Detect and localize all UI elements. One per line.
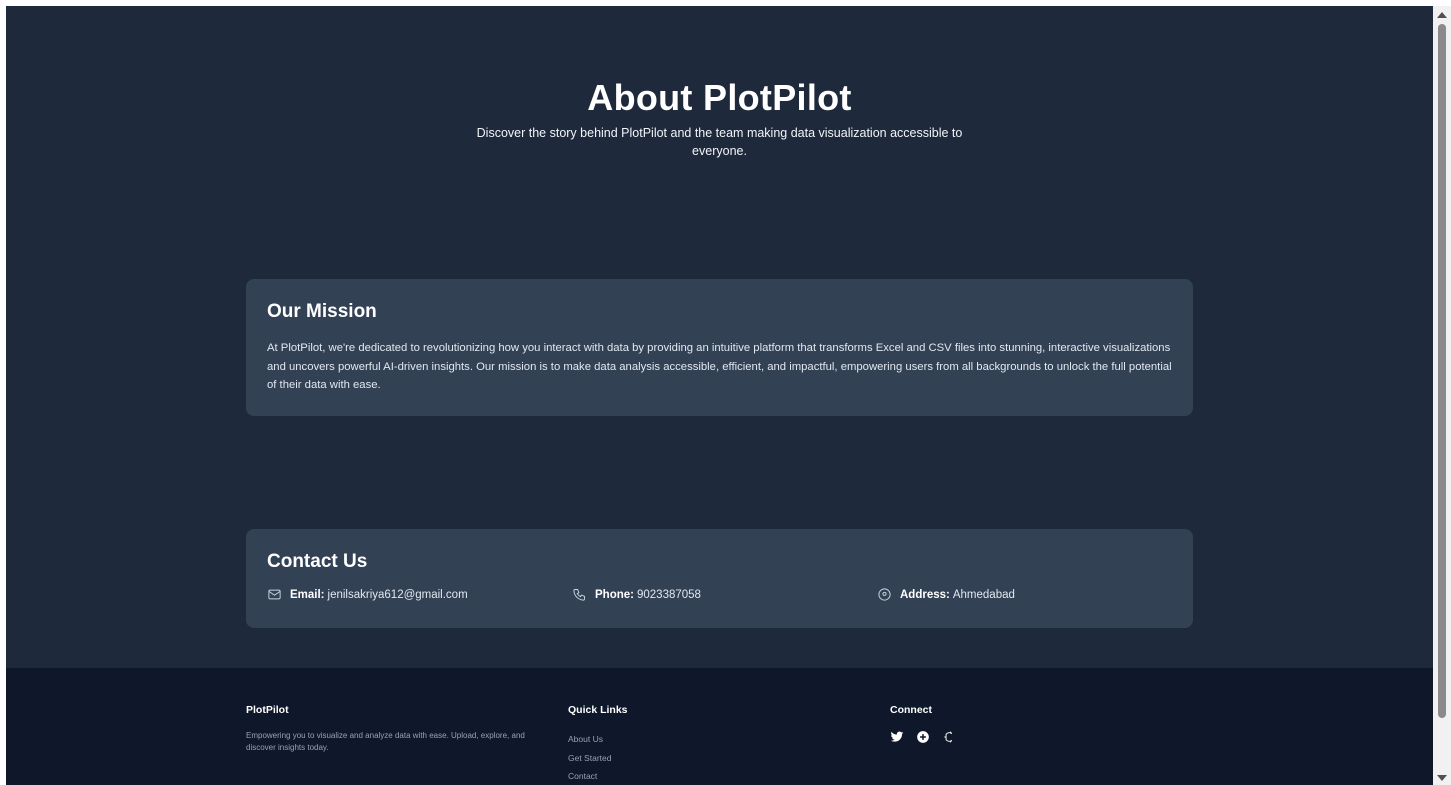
scroll-up-arrow-icon[interactable] [1437, 12, 1447, 18]
footer-tagline: Empowering you to visualize and analyze … [246, 731, 525, 752]
footer-link-get-started[interactable]: Get Started [568, 749, 628, 768]
page-viewport: About PlotPilot Discover the story behin… [6, 6, 1433, 785]
address-label: Address: [900, 588, 950, 601]
phone-label: Phone: [595, 588, 634, 601]
email-label: Email: [290, 588, 325, 601]
threads-icon[interactable] [942, 730, 956, 744]
quick-links-heading: Quick Links [568, 704, 628, 716]
footer-quick-links-column: Quick Links About Us Get Started Contact [568, 704, 628, 785]
address-value: Ahmedabad [952, 588, 1015, 601]
footer-link-about-us[interactable]: About Us [568, 730, 628, 749]
twitter-icon[interactable] [890, 730, 904, 744]
footer-brand-column: PlotPilot Empowering you to visualize an… [246, 704, 546, 754]
page-title: About PlotPilot [587, 77, 852, 118]
mission-body: At PlotPilot, we're dedicated to revolut… [267, 342, 1172, 391]
map-pin-icon [878, 588, 891, 601]
contact-card: Contact Us Email: jenilsakriya612@gmail.c… [246, 529, 1193, 628]
site-footer: PlotPilot Empowering you to visualize an… [6, 668, 1433, 785]
social-links [890, 730, 956, 744]
footer-connect-column: Connect [890, 704, 956, 744]
vertical-scrollbar[interactable] [1433, 6, 1451, 785]
mission-heading: Our Mission [267, 301, 377, 322]
footer-brand: PlotPilot [246, 704, 289, 716]
contact-email: Email: jenilsakriya612@gmail.com [267, 587, 468, 602]
contact-phone: Phone: 9023387058 [572, 587, 701, 602]
phone-value: 9023387058 [636, 588, 701, 601]
plus-circle-icon[interactable] [916, 730, 930, 744]
phone-icon [573, 589, 585, 601]
footer-link-contact[interactable]: Contact [568, 767, 628, 785]
scroll-down-arrow-icon[interactable] [1437, 775, 1447, 781]
mail-icon [268, 589, 281, 600]
contact-address: Address: Ahmedabad [877, 587, 1015, 602]
page-subtitle: Discover the story behind PlotPilot and … [476, 126, 963, 158]
email-value: jenilsakriya612@gmail.com [327, 588, 468, 601]
connect-heading: Connect [890, 704, 932, 716]
contact-details: Email: jenilsakriya612@gmail.com Phone: 90… [267, 587, 1172, 605]
hero-section: About PlotPilot Discover the story behin… [6, 76, 1433, 160]
scrollbar-thumb[interactable] [1438, 24, 1446, 718]
mission-card: Our Mission At PlotPilot, we're dedicate… [246, 279, 1193, 416]
contact-heading: Contact Us [267, 551, 368, 572]
